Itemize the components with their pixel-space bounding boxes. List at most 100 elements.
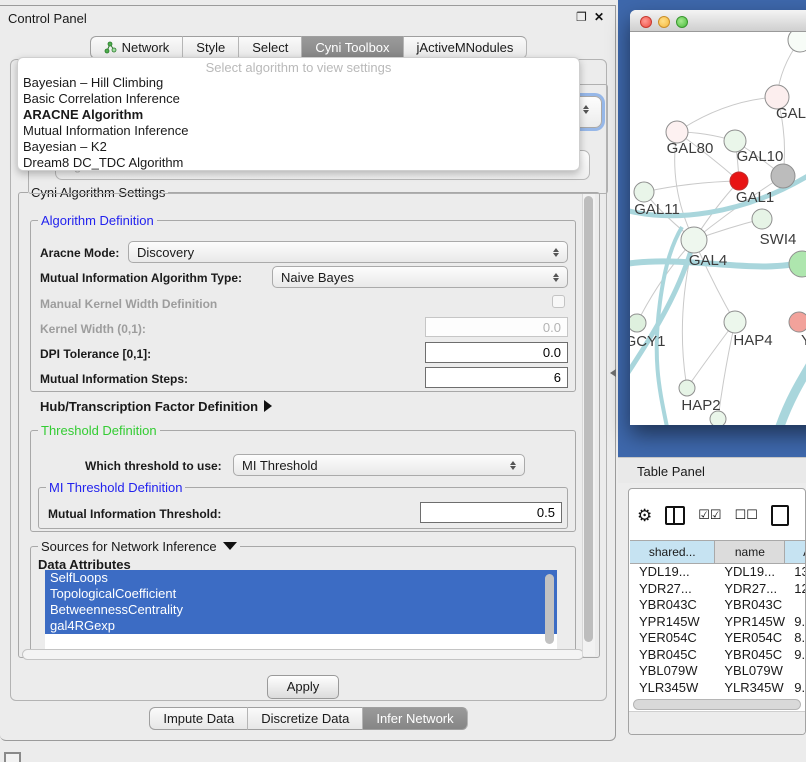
stepper-icon bbox=[579, 105, 593, 114]
node-GAL11[interactable] bbox=[634, 182, 654, 202]
tab-network[interactable]: Network bbox=[90, 36, 184, 59]
select-all-checkboxes-icon[interactable]: ☑☑ bbox=[698, 507, 721, 523]
column-header-name[interactable]: name bbox=[715, 540, 785, 564]
table-cell: 9. bbox=[785, 614, 806, 631]
apply-button[interactable]: Apply bbox=[267, 675, 339, 699]
network-edge-highlighted[interactable] bbox=[778, 357, 806, 425]
node-GCY1[interactable] bbox=[630, 314, 646, 332]
network-graph[interactable]: GALGAL80GAL10GAL1GAL11SWI4GAL4GCY1HAP4YH… bbox=[630, 32, 806, 425]
table-toolbar: ⚙ ☑☑ ☐☐ bbox=[637, 503, 806, 527]
table-cell: YIL052C bbox=[630, 696, 715, 698]
screen: Control Panel ❐ ✕ NetworkStyleSelect Cyni… bbox=[0, 0, 806, 762]
table-cell: YDL19... bbox=[630, 564, 715, 581]
node-HAP4[interactable] bbox=[724, 311, 746, 333]
table-cell: 12 bbox=[785, 581, 806, 598]
network-window-titlebar[interactable] bbox=[630, 10, 806, 32]
table-cell: YLR345W bbox=[630, 680, 715, 697]
collapsed-arrow-icon bbox=[264, 400, 272, 412]
threshold-title: Threshold Definition bbox=[38, 423, 160, 438]
control-panel-title: Control Panel bbox=[8, 11, 87, 26]
node-green-node[interactable] bbox=[789, 251, 806, 277]
table-row[interactable]: YBR045CYBR045C9. bbox=[630, 647, 806, 664]
list-scrollbar[interactable] bbox=[545, 574, 554, 644]
mi-steps-input[interactable] bbox=[425, 367, 568, 388]
settings-scrollbar-thumb[interactable] bbox=[584, 196, 593, 642]
aracne-mode-select[interactable]: Discovery bbox=[128, 241, 568, 263]
table-row[interactable]: YDR27...YDR27...12 bbox=[630, 581, 806, 598]
table-cell: YBL079W bbox=[715, 663, 785, 680]
close-icon[interactable]: ✕ bbox=[594, 10, 604, 24]
table-cell: 9. bbox=[785, 680, 806, 697]
network-edge[interactable] bbox=[644, 181, 739, 192]
column-header-shared[interactable]: shared... bbox=[630, 540, 715, 564]
table-row[interactable]: YBR043CYBR043C bbox=[630, 597, 806, 614]
table-cell: YPR145W bbox=[715, 614, 785, 631]
node-Y-partial[interactable] bbox=[789, 312, 806, 332]
node-GAL1[interactable] bbox=[730, 172, 748, 190]
tab-cyni-toolbox[interactable]: Cyni Toolbox bbox=[302, 36, 403, 59]
node-HAP2[interactable] bbox=[679, 380, 695, 396]
new-table-icon[interactable] bbox=[771, 505, 789, 526]
node-bottom-partial[interactable] bbox=[710, 411, 726, 425]
tab-label: Cyni Toolbox bbox=[315, 37, 389, 58]
tab-style[interactable]: Style bbox=[183, 36, 239, 59]
table-row[interactable]: YER054CYER054C8. bbox=[630, 630, 806, 647]
node-GAL4[interactable] bbox=[681, 227, 707, 253]
table-cell bbox=[785, 663, 806, 680]
table-cell: YIL052C bbox=[715, 696, 785, 698]
tab-discretize-data[interactable]: Discretize Data bbox=[248, 707, 363, 730]
minimize-traffic-light[interactable] bbox=[658, 16, 670, 28]
tab-infer-network[interactable]: Infer Network bbox=[363, 707, 467, 730]
mi-type-select[interactable]: Naive Bayes bbox=[272, 266, 568, 288]
dropdown-item[interactable]: Bayesian – Hill Climbing bbox=[18, 75, 579, 91]
attribute-item[interactable]: TopologicalCoefficient bbox=[45, 586, 557, 602]
node-label-GAL4: GAL4 bbox=[689, 252, 727, 269]
attribute-item[interactable]: gal4RGexp bbox=[45, 618, 557, 634]
tab-select[interactable]: Select bbox=[239, 36, 302, 59]
dropdown-item[interactable]: Bayesian – K2 bbox=[18, 139, 579, 155]
table-row[interactable]: YLR345WYLR345W9. bbox=[630, 680, 806, 697]
tab-impute-data[interactable]: Impute Data bbox=[149, 707, 248, 730]
network-edge-highlighted[interactable] bbox=[657, 227, 682, 425]
columns-icon[interactable] bbox=[665, 506, 685, 525]
dropdown-item[interactable]: ARACNE Algorithm bbox=[18, 107, 579, 123]
tab-jactivemnodules[interactable]: jActiveMNodules bbox=[404, 36, 528, 59]
sources-section-toggle[interactable]: Sources for Network Inference bbox=[38, 539, 240, 554]
column-header-A[interactable]: A bbox=[785, 540, 806, 564]
node-SWI4[interactable] bbox=[752, 209, 772, 229]
dropdown-item[interactable]: Dream8 DC_TDC Algorithm bbox=[18, 155, 579, 171]
table-row[interactable]: YDL19...YDL19...13 bbox=[630, 564, 806, 581]
network-edge[interactable] bbox=[677, 97, 777, 132]
node-table: shared...nameA YDL19...YDL19...13YDR27..… bbox=[630, 540, 806, 698]
table-row[interactable]: YIL052CYIL052C9 bbox=[630, 696, 806, 698]
which-threshold-select[interactable]: MI Threshold bbox=[233, 454, 525, 476]
collapsed-panel-icon[interactable] bbox=[4, 752, 21, 762]
hub-section-toggle[interactable]: Hub/Transcription Factor Definition bbox=[40, 399, 272, 414]
splitter-collapse-icon[interactable] bbox=[610, 369, 616, 377]
manual-kernel-checkbox[interactable] bbox=[552, 295, 565, 308]
attribute-item[interactable]: SelfLoops bbox=[45, 570, 557, 586]
dropdown-item[interactable]: Basic Correlation Inference bbox=[18, 91, 579, 107]
table-cell: 9. bbox=[785, 647, 806, 664]
node-gray-node[interactable] bbox=[771, 164, 795, 188]
settings-horizontal-scrollbar[interactable] bbox=[22, 649, 584, 660]
close-traffic-light[interactable] bbox=[640, 16, 652, 28]
attribute-item[interactable]: BetweennessCentrality bbox=[45, 602, 557, 618]
table-row[interactable]: YBL079WYBL079W bbox=[630, 663, 806, 680]
mi-threshold-input[interactable] bbox=[420, 502, 562, 523]
node-label-GCY1: GCY1 bbox=[630, 333, 665, 350]
table-horizontal-scrollbar[interactable] bbox=[633, 699, 801, 710]
kernel-width-input[interactable] bbox=[425, 317, 568, 337]
dpi-tolerance-input[interactable] bbox=[425, 342, 568, 363]
gear-icon[interactable]: ⚙ bbox=[637, 507, 652, 524]
node-label-GAL-partial: GAL bbox=[776, 105, 806, 122]
algorithm-definition-title: Algorithm Definition bbox=[38, 213, 157, 228]
dropdown-item[interactable]: Mutual Information Inference bbox=[18, 123, 579, 139]
deselect-all-checkboxes-icon[interactable]: ☐☐ bbox=[735, 507, 758, 523]
table-cell: YPR145W bbox=[630, 614, 715, 631]
table-row[interactable]: YPR145WYPR145W9. bbox=[630, 614, 806, 631]
node-top-partial[interactable] bbox=[788, 32, 806, 52]
float-window-icon[interactable]: ❐ bbox=[576, 10, 587, 24]
zoom-traffic-light[interactable] bbox=[676, 16, 688, 28]
data-attributes-list: SelfLoopsTopologicalCoefficientBetweenne… bbox=[45, 570, 557, 652]
